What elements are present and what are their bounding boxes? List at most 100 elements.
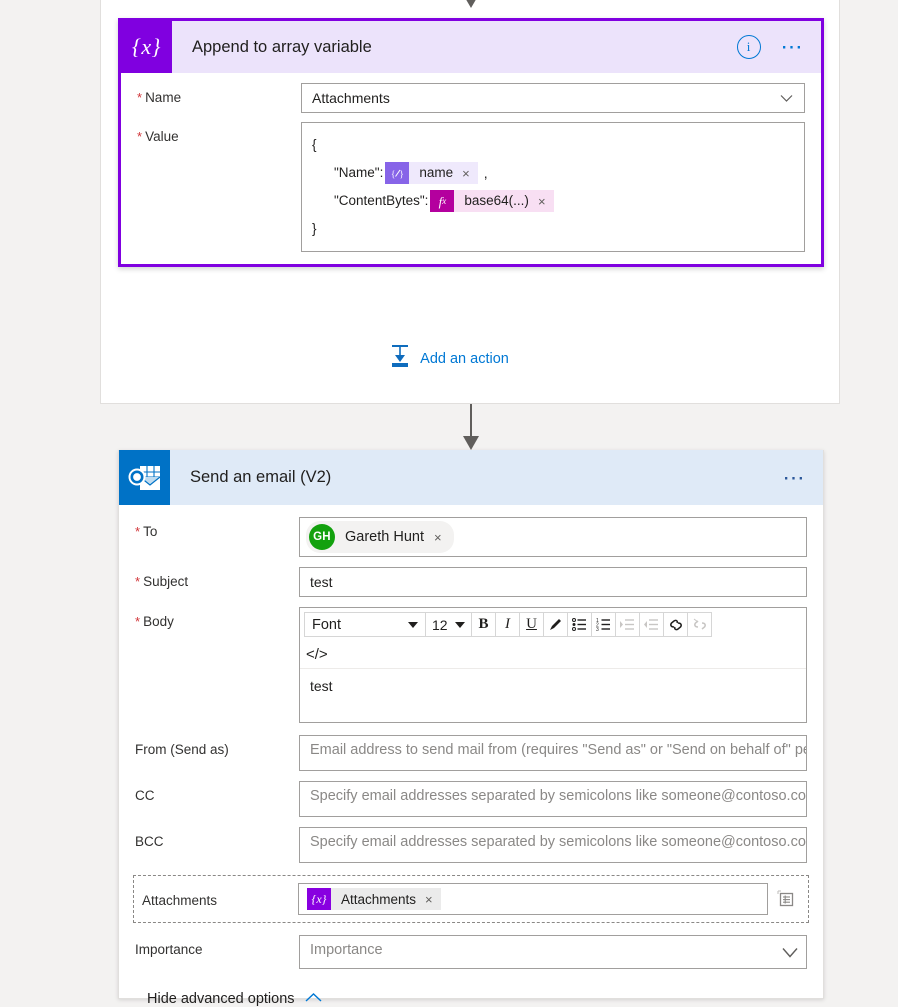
bold-button[interactable]: B [471, 612, 496, 637]
token-label: Attachments [341, 891, 417, 907]
body-row: Body Font 12 B I U [119, 607, 823, 723]
recipient-chip[interactable]: GH Gareth Hunt × [306, 521, 454, 553]
underline-button[interactable]: U [519, 612, 544, 637]
token-label: base64(...) [464, 193, 529, 209]
svg-text:{: { [391, 169, 395, 179]
card-body: To GH Gareth Hunt × Subject test Body [119, 517, 823, 1007]
token-label: name [419, 165, 454, 181]
dynamic-content-icon: { } [385, 162, 410, 184]
subject-row: Subject test [119, 567, 823, 597]
ellipsis-icon[interactable]: ⋯ [783, 466, 808, 488]
chevron-down-icon [408, 621, 418, 628]
avatar: GH [309, 524, 335, 550]
json-name-line: "Name": { } name × , [312, 159, 794, 187]
attachments-label: Attachments [142, 892, 218, 908]
subject-input[interactable]: test [299, 567, 807, 597]
expression-token-base64[interactable]: fx base64(...) × [430, 190, 554, 212]
cc-row: CC Specify email addresses separated by … [119, 781, 823, 817]
name-value: Attachments [312, 90, 390, 106]
unlink-icon[interactable] [687, 612, 712, 637]
chevron-down-icon [780, 92, 793, 105]
value-row: Value { "Name": { } na [121, 122, 821, 252]
bulleted-list-icon[interactable] [567, 612, 592, 637]
to-input[interactable]: GH Gareth Hunt × [299, 517, 807, 557]
json-comma: , [483, 165, 488, 181]
card-title: Append to array variable [192, 37, 372, 56]
variable-braces-icon: {x} [121, 21, 172, 73]
code-view-button[interactable]: </> [306, 646, 328, 663]
svg-text:3: 3 [596, 627, 599, 631]
card-header[interactable]: Send an email (V2) ⋯ [119, 450, 823, 505]
json-content-key: "ContentBytes": [334, 193, 429, 209]
importance-row: Importance Importance [119, 935, 823, 969]
name-row: Name Attachments [121, 83, 821, 113]
dynamic-token-name[interactable]: { } name × [385, 162, 478, 184]
from-placeholder: Email address to send mail from (require… [310, 742, 806, 758]
chevron-up-icon [305, 991, 322, 1007]
hide-advanced-options-label: Hide advanced options [147, 991, 295, 1007]
info-icon[interactable]: i [736, 35, 761, 59]
close-icon[interactable]: × [425, 892, 433, 907]
add-an-action-label: Add an action [420, 350, 509, 367]
importance-select[interactable]: Importance [299, 935, 807, 969]
cc-placeholder: Specify email addresses separated by sem… [310, 788, 806, 804]
close-icon[interactable]: × [434, 530, 442, 545]
to-label: To [135, 517, 299, 540]
subject-label: Subject [135, 567, 299, 590]
link-icon[interactable] [663, 612, 688, 637]
pen-icon[interactable] [543, 612, 568, 637]
close-icon[interactable]: × [538, 195, 546, 208]
subject-value: test [310, 574, 333, 590]
recipient-name: Gareth Hunt [345, 529, 424, 545]
insert-action-icon [389, 344, 411, 373]
name-label: Name [137, 83, 301, 106]
body-label: Body [135, 607, 299, 630]
ellipsis-icon[interactable]: ⋯ [781, 36, 806, 58]
send-an-email-card[interactable]: Send an email (V2) ⋯ To GH Gareth Hunt ×… [118, 450, 824, 1007]
indent-icon[interactable] [615, 612, 640, 637]
chevron-down-icon [455, 621, 465, 628]
from-row: From (Send as) Email address to send mai… [119, 735, 823, 771]
italic-button[interactable]: I [495, 612, 520, 637]
cc-input[interactable]: Specify email addresses separated by sem… [299, 781, 807, 817]
name-select[interactable]: Attachments [301, 83, 805, 113]
connector-arrow-middle [463, 404, 479, 450]
body-content[interactable]: test [300, 669, 806, 722]
numbered-list-icon[interactable]: 1 2 3 [591, 612, 616, 637]
hide-advanced-options-button[interactable]: Hide advanced options [119, 969, 823, 1007]
variable-braces-icon: {x} [307, 888, 331, 910]
bcc-row: BCC Specify email addresses separated by… [119, 827, 823, 863]
body-editor[interactable]: Font 12 B I U 1 2 3 </> test [299, 607, 807, 723]
rich-text-toolbar-row2: </> [300, 641, 806, 669]
font-family-value: Font [312, 616, 342, 633]
outlook-icon [119, 450, 170, 505]
cc-label: CC [135, 788, 155, 803]
font-size-select[interactable]: 12 [425, 612, 472, 637]
chevron-down-icon [782, 946, 798, 959]
variable-token-attachments[interactable]: {x} Attachments × [307, 888, 441, 910]
json-open-brace: { [312, 137, 317, 153]
bcc-input[interactable]: Specify email addresses separated by sem… [299, 827, 807, 863]
outdent-icon[interactable] [639, 612, 664, 637]
importance-placeholder: Importance [310, 942, 383, 958]
to-row: To GH Gareth Hunt × [119, 517, 823, 557]
value-editor[interactable]: { "Name": { } name × , "ContentBytes": f… [301, 122, 805, 252]
close-icon[interactable]: × [462, 167, 470, 180]
importance-label: Importance [135, 942, 203, 957]
card-body: Name Attachments Value { "Name": { [121, 83, 821, 252]
rich-text-toolbar: Font 12 B I U 1 2 3 [300, 608, 806, 641]
json-contentbytes-line: "ContentBytes": fx base64(...) × [312, 187, 794, 215]
from-input[interactable]: Email address to send mail from (require… [299, 735, 807, 771]
card-header[interactable]: {x} Append to array variable i ⋯ [121, 21, 821, 73]
font-family-select[interactable]: Font [304, 612, 426, 637]
svg-text:}: } [399, 169, 403, 179]
fx-expression-icon: fx [430, 190, 455, 212]
append-to-array-variable-card[interactable]: {x} Append to array variable i ⋯ Name At… [118, 18, 824, 267]
attachments-input[interactable]: {x} Attachments × [298, 883, 768, 915]
from-label: From (Send as) [135, 742, 229, 757]
add-an-action-button[interactable]: Add an action [0, 344, 898, 373]
bcc-placeholder: Specify email addresses separated by sem… [310, 834, 806, 850]
switch-to-array-icon[interactable] [772, 889, 800, 909]
card-title: Send an email (V2) [190, 468, 332, 486]
font-size-value: 12 [432, 616, 448, 633]
